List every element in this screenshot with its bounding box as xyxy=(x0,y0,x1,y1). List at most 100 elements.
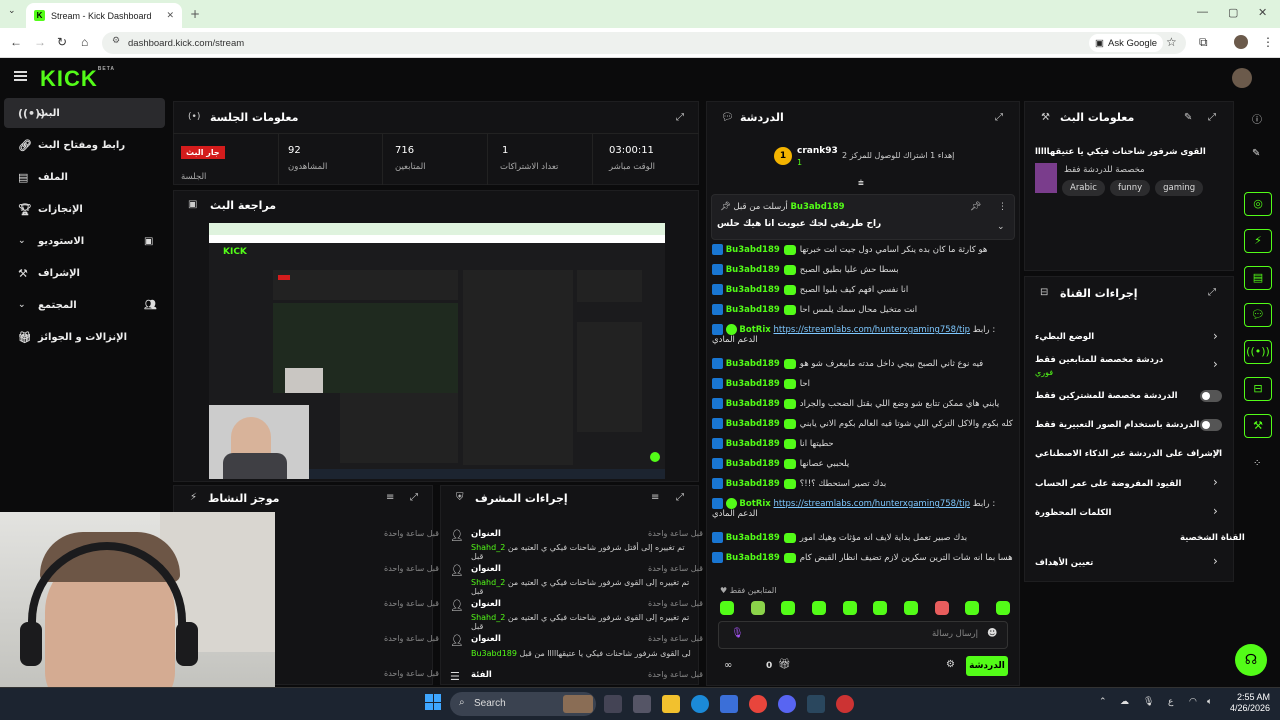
chat-link[interactable]: https://streamlabs.com/hunterxgaming758/… xyxy=(773,325,970,335)
collapse-icon[interactable]: ⩧ xyxy=(858,178,864,189)
chat-username[interactable]: Bu3abd189 xyxy=(726,245,780,255)
bookmark-star-icon[interactable]: ☆ xyxy=(1166,35,1177,49)
sidebar-item-profile[interactable]: ▤ الملف xyxy=(4,162,165,192)
sidebar-item-community[interactable]: ⌄ المجتمع 👥︎ xyxy=(4,290,165,320)
emote-icon[interactable] xyxy=(903,601,918,615)
emote-icon[interactable] xyxy=(720,601,734,615)
rail-chat-icon[interactable]: 💬︎ xyxy=(1244,303,1272,327)
link-icon[interactable]: ∞ xyxy=(724,660,732,671)
sidebar-item-moderation[interactable]: ⚒ الإشراف xyxy=(4,258,165,288)
profile-avatar[interactable] xyxy=(1234,35,1248,49)
chat-username[interactable]: Bu3abd189 xyxy=(726,359,780,369)
chevron-right-icon[interactable]: › xyxy=(1213,329,1218,343)
site-info-icon[interactable]: ⚙ xyxy=(112,36,120,46)
rail-layout-icon[interactable]: ⊟ xyxy=(1244,377,1272,401)
mod-row-user[interactable]: Bu3abd189 xyxy=(471,649,517,658)
help-headset-button[interactable]: ☊ xyxy=(1235,644,1267,676)
chrome-icon[interactable] xyxy=(749,695,767,713)
chat-link[interactable]: https://streamlabs.com/hunterxgaming758/… xyxy=(773,499,970,509)
task-view-icon[interactable] xyxy=(604,695,622,713)
obs-icon[interactable] xyxy=(836,695,854,713)
chevron-right-icon[interactable]: › xyxy=(1213,475,1218,489)
mod-row-user[interactable]: Shahd_2 xyxy=(471,578,505,587)
windows-start-icon[interactable] xyxy=(425,694,441,710)
chat-username[interactable]: BotRix xyxy=(739,499,770,509)
home-icon[interactable]: ⌂ xyxy=(81,35,88,49)
chat-username[interactable]: Bu3abd189 xyxy=(726,379,780,389)
subscribers-only-toggle[interactable] xyxy=(1200,390,1222,402)
sidebar-item-studio[interactable]: ⌄ الاستوديو ▣ xyxy=(4,226,165,256)
new-tab-icon[interactable]: + xyxy=(190,7,200,21)
hamburger-menu-icon[interactable] xyxy=(14,71,27,81)
emote-icon[interactable] xyxy=(811,601,826,615)
back-icon[interactable]: ← xyxy=(10,35,22,49)
external-link-icon[interactable]: ↗ xyxy=(1213,448,1221,458)
wifi-icon[interactable]: ◠ xyxy=(1189,697,1197,707)
edge-icon[interactable] xyxy=(691,695,709,713)
microphone-icon[interactable]: 🎙︎ xyxy=(1143,697,1154,707)
minimize-icon[interactable]: — xyxy=(1197,6,1208,18)
chat-username[interactable]: Bu3abd189 xyxy=(726,285,780,295)
chat-username[interactable]: Bu3abd189 xyxy=(726,553,780,563)
filter-icon[interactable]: ≡ xyxy=(651,492,659,503)
pencil-icon[interactable]: ✎ xyxy=(1252,148,1260,159)
chat-username[interactable]: Bu3abd189 xyxy=(726,305,780,315)
emote-icon[interactable] xyxy=(995,601,1010,615)
chat-username[interactable]: BotRix xyxy=(739,325,770,335)
chevron-right-icon[interactable]: › xyxy=(1213,554,1218,568)
ai-moderation-row[interactable]: الإشراف على الدردشة عبر الذكاء الاصطناعي xyxy=(1035,449,1222,459)
taskbar-widget-icon[interactable] xyxy=(563,695,593,713)
mod-row-user[interactable]: Shahd_2 xyxy=(471,543,505,552)
rail-target-icon[interactable]: ◎ xyxy=(1244,192,1272,216)
emote-icon[interactable] xyxy=(965,601,980,615)
browser-tab[interactable]: K Stream - Kick Dashboard ✕ xyxy=(26,3,182,28)
url-field[interactable]: dashboard.kick.com/stream xyxy=(102,32,1186,54)
rail-drops-icon[interactable]: ⁘ xyxy=(1253,458,1261,469)
ask-google-button[interactable]: ▣ Ask Google xyxy=(1089,34,1164,52)
expand-icon[interactable]: ⤢ xyxy=(1208,112,1216,123)
expand-icon[interactable]: ⤢ xyxy=(410,492,418,503)
rail-broadcast-icon[interactable]: ((•)) xyxy=(1244,340,1272,364)
chevron-up-icon[interactable]: ⌃ xyxy=(1099,697,1107,707)
more-options-icon[interactable]: ⋮ xyxy=(998,202,1007,212)
edit-pencil-icon[interactable]: ✎ xyxy=(1184,112,1192,123)
chat-username[interactable]: Bu3abd189 xyxy=(726,479,780,489)
sidebar-item-drops[interactable]: 🎁︎ الإنزالات و الجوائز xyxy=(4,322,165,352)
browser-menu-icon[interactable]: ⋮ xyxy=(1262,35,1274,49)
chat-username[interactable]: Bu3abd189 xyxy=(726,419,780,429)
emote-icon[interactable] xyxy=(750,601,765,615)
banned-words-row[interactable]: الكلمات المحظورة xyxy=(1035,508,1111,518)
user-avatar[interactable] xyxy=(1232,68,1252,88)
info-icon[interactable]: ⓘ xyxy=(1252,111,1262,126)
pinned-message[interactable] xyxy=(711,194,1015,240)
sidebar-item-stream[interactable]: ((•)) البث xyxy=(4,98,165,128)
taskbar-app-icon[interactable] xyxy=(633,695,651,713)
unpin-icon[interactable]: 📌︎ xyxy=(970,202,981,212)
sidebar-item-stream-key[interactable]: 🔗︎ رابط ومفتاح البث xyxy=(4,130,165,160)
chat-username[interactable]: Bu3abd189 xyxy=(726,399,780,409)
volume-icon[interactable]: 🔈︎ xyxy=(1207,697,1212,707)
top-gifter-username[interactable]: crank93 xyxy=(797,146,838,156)
discord-icon[interactable] xyxy=(778,695,796,713)
emote-icon[interactable] xyxy=(842,601,857,615)
extensions-icon[interactable]: ⧉ xyxy=(1199,35,1208,50)
chevron-right-icon[interactable]: › xyxy=(1213,357,1218,371)
send-chat-button[interactable]: الدردشة xyxy=(966,656,1008,676)
account-age-row[interactable]: القيود المفروضة على عمر الحساب xyxy=(1035,479,1181,489)
filter-icon[interactable]: ≡ xyxy=(386,492,394,503)
tag-arabic[interactable]: Arabic xyxy=(1062,180,1105,196)
chevron-right-icon[interactable]: › xyxy=(1213,504,1218,518)
expand-icon[interactable]: ⤢ xyxy=(676,112,684,123)
close-tab-icon[interactable]: ✕ xyxy=(166,10,174,21)
rail-hammer-icon[interactable]: ⚒ xyxy=(1244,414,1272,438)
emoji-icon[interactable]: ☻ xyxy=(987,628,997,639)
steam-icon[interactable] xyxy=(807,695,825,713)
rail-bolt-icon[interactable]: ⚡︎ xyxy=(1244,229,1272,253)
emote-icon[interactable] xyxy=(934,601,949,615)
mod-row-user[interactable]: Shahd_2 xyxy=(471,613,505,622)
tab-list-icon[interactable]: ⌄ xyxy=(8,6,16,16)
store-icon[interactable] xyxy=(720,695,738,713)
chat-username[interactable]: Bu3abd189 xyxy=(726,533,780,543)
input-language[interactable]: ع xyxy=(1168,697,1173,707)
followers-only-row[interactable]: دردشة مخصصة للمتابعين فقط xyxy=(1035,355,1163,365)
